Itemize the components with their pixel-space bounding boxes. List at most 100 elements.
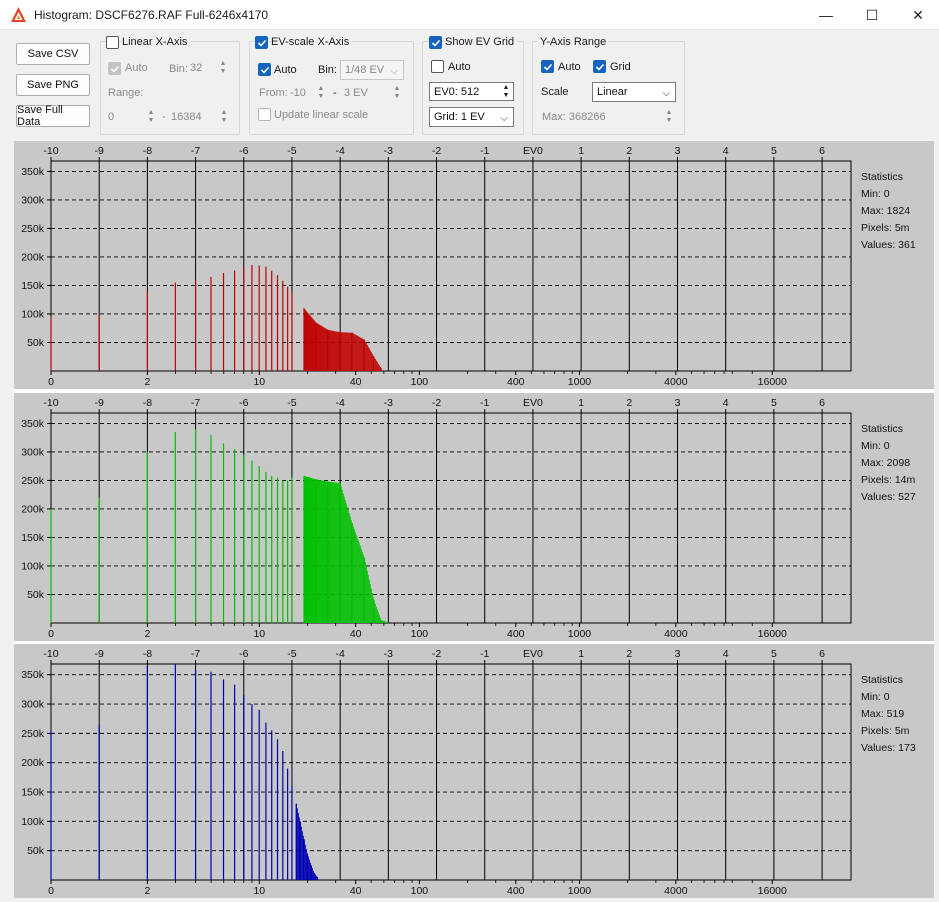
show-ev-grid-checkbox[interactable] [429,36,442,49]
red-statistics: Statistics Min: 0 Max: 1824 Pixels: 5m V… [861,169,916,254]
value-tick-label: 10 [253,628,265,640]
y-tick-label: 50k [27,845,45,857]
red-histogram-chart[interactable]: 350k300k250k200k150k100k50k-10 -9 -8 -7 -6 -5… [14,141,934,389]
spin-arrows-icon[interactable]: ▲ ▼ [501,84,511,100]
value-tick-label: 40 [350,885,362,897]
ev-from-field[interactable]: -10 ▲ ▼ [288,84,328,104]
ev-tick-label: -10 [43,145,58,157]
show-ev-grid-label: Show EV Grid [445,36,518,48]
ev-tick-label: EV0 [523,648,543,660]
linear-range-to-field[interactable]: 16384 ▲ ▼ [167,108,231,128]
spin-arrows-icon[interactable]: ▲ ▼ [219,109,229,125]
ev-auto-checkbox[interactable] [258,63,271,76]
scale-select[interactable]: Linear ⌵ [592,82,676,102]
linear-range-from-value: 0 [108,111,115,123]
spin-arrows-icon[interactable]: ▲ ▼ [392,85,402,101]
ev-bin-label: Bin: [318,64,337,76]
maximize-button[interactable]: ☐ [849,0,895,30]
value-tick-label: 100 [411,376,429,388]
ev-tick-label: 3 [675,145,681,157]
ev-bin-select[interactable]: 1/48 EV ⌵ [340,60,404,80]
value-tick-label: 0 [48,628,54,640]
y-tick-label: 300k [21,446,45,458]
linear-range-from-field[interactable]: 0 ▲ ▼ [104,108,158,128]
stats-pixels: Pixels: 14m [861,474,916,486]
ev-tick-label: -1 [480,397,489,409]
value-tick-label: 0 [48,885,54,897]
chevron-down-icon: ⌵ [662,88,670,99]
chevron-down-icon: ⌵ [390,66,398,77]
spin-arrows-icon[interactable]: ▲ ▼ [146,109,156,125]
stats-values: Values: 361 [861,239,916,251]
y-tick-label: 250k [21,475,45,487]
title-bar: Histogram: DSCF6276.RAF Full-6246x4170 —… [0,0,939,30]
ev-tick-label: 5 [771,648,777,660]
y-tick-label: 100k [21,816,45,828]
blue-statistics: Statistics Min: 0 Max: 519 Pixels: 5m Va… [861,672,916,757]
spin-arrows-icon[interactable]: ▲ ▼ [316,85,326,101]
ev-to-field[interactable]: 3 EV ▲ ▼ [340,84,404,104]
stats-title: Statistics [861,171,904,183]
blue-histogram-chart[interactable]: 350k300k250k200k150k100k50k-10 -9 -8 -7 -6 -5… [14,644,934,898]
value-tick-label: 10 [253,885,265,897]
stats-title: Statistics [861,674,904,686]
ev-tick-label: -3 [384,648,393,660]
ev-scale-x-axis-label: EV-scale X-Axis [271,36,353,48]
ev-tick-label: -7 [191,145,200,157]
linear-x-axis-label: Linear X-Axis [122,36,191,48]
linear-bin-field[interactable]: 32 ▲ ▼ [186,59,230,79]
ev-tick-label: 2 [626,397,632,409]
value-tick-label: 1000 [568,885,592,897]
grid-step-value: Grid: 1 EV [434,111,485,123]
ev-tick-label: EV0 [523,397,543,409]
linear-x-axis-checkbox[interactable] [106,36,119,49]
ev-grid-auto-checkbox[interactable] [431,60,444,73]
ev-tick-label: -6 [239,397,248,409]
value-tick-label: 4000 [664,885,688,897]
ev-tick-label: 6 [819,648,825,660]
ev0-spinbox[interactable]: EV0: 512 ▲ ▼ [429,82,514,101]
value-tick-label: 100 [411,885,429,897]
value-tick-label: 16000 [758,885,787,897]
stats-values: Values: 527 [861,491,916,503]
ev-tick-label: -8 [143,397,152,409]
update-linear-scale-label: Update linear scale [274,109,369,121]
y-auto-checkbox[interactable] [541,60,554,73]
linear-auto-checkbox[interactable] [108,62,121,75]
y-grid-label: Grid [610,61,631,73]
ev-tick-label: -7 [191,648,200,660]
y-tick-label: 100k [21,308,45,320]
save-csv-button[interactable]: Save CSV [16,43,90,65]
spin-arrows-icon[interactable]: ▲ ▼ [664,109,674,125]
update-linear-scale-checkbox[interactable] [258,108,271,121]
y-tick-label: 150k [21,787,45,799]
y-max-field[interactable]: Max: 368266 ▲ ▼ [538,108,676,128]
toolbar: Save CSV Save PNG Save Full Data Linear … [0,31,939,139]
app-logo-icon [11,7,26,22]
y-grid-checkbox[interactable] [593,60,606,73]
ev-tick-label: -4 [335,397,344,409]
grid-step-select[interactable]: Grid: 1 EV ⌵ [429,107,514,127]
close-button[interactable]: ✕ [895,0,939,30]
value-tick-label: 100 [411,628,429,640]
spin-arrows-icon[interactable]: ▲ ▼ [218,60,228,76]
ev-tick-label: 4 [723,648,729,660]
linear-range-to-value: 16384 [171,111,202,123]
save-full-data-button[interactable]: Save Full Data [16,104,90,128]
value-tick-label: 400 [507,628,525,640]
ev-from-value: -10 [290,87,306,99]
green-histogram-chart[interactable]: 350k300k250k200k150k100k50k-10 -9 -8 -7 -6 -5… [14,393,934,641]
y-tick-label: 300k [21,699,45,711]
ev-scale-x-axis-checkbox[interactable] [255,36,268,49]
ev-tick-label: -2 [432,397,441,409]
save-png-button[interactable]: Save PNG [16,74,90,96]
minimize-button[interactable]: — [803,0,849,30]
y-tick-label: 300k [21,194,45,206]
y-tick-label: 150k [21,532,45,544]
ev-tick-label: -9 [95,145,104,157]
close-icon: ✕ [912,6,924,23]
value-tick-label: 2 [144,628,150,640]
ev-grid-auto-label: Auto [448,61,471,73]
plot-frame [50,160,852,372]
ev-tick-label: 5 [771,397,777,409]
